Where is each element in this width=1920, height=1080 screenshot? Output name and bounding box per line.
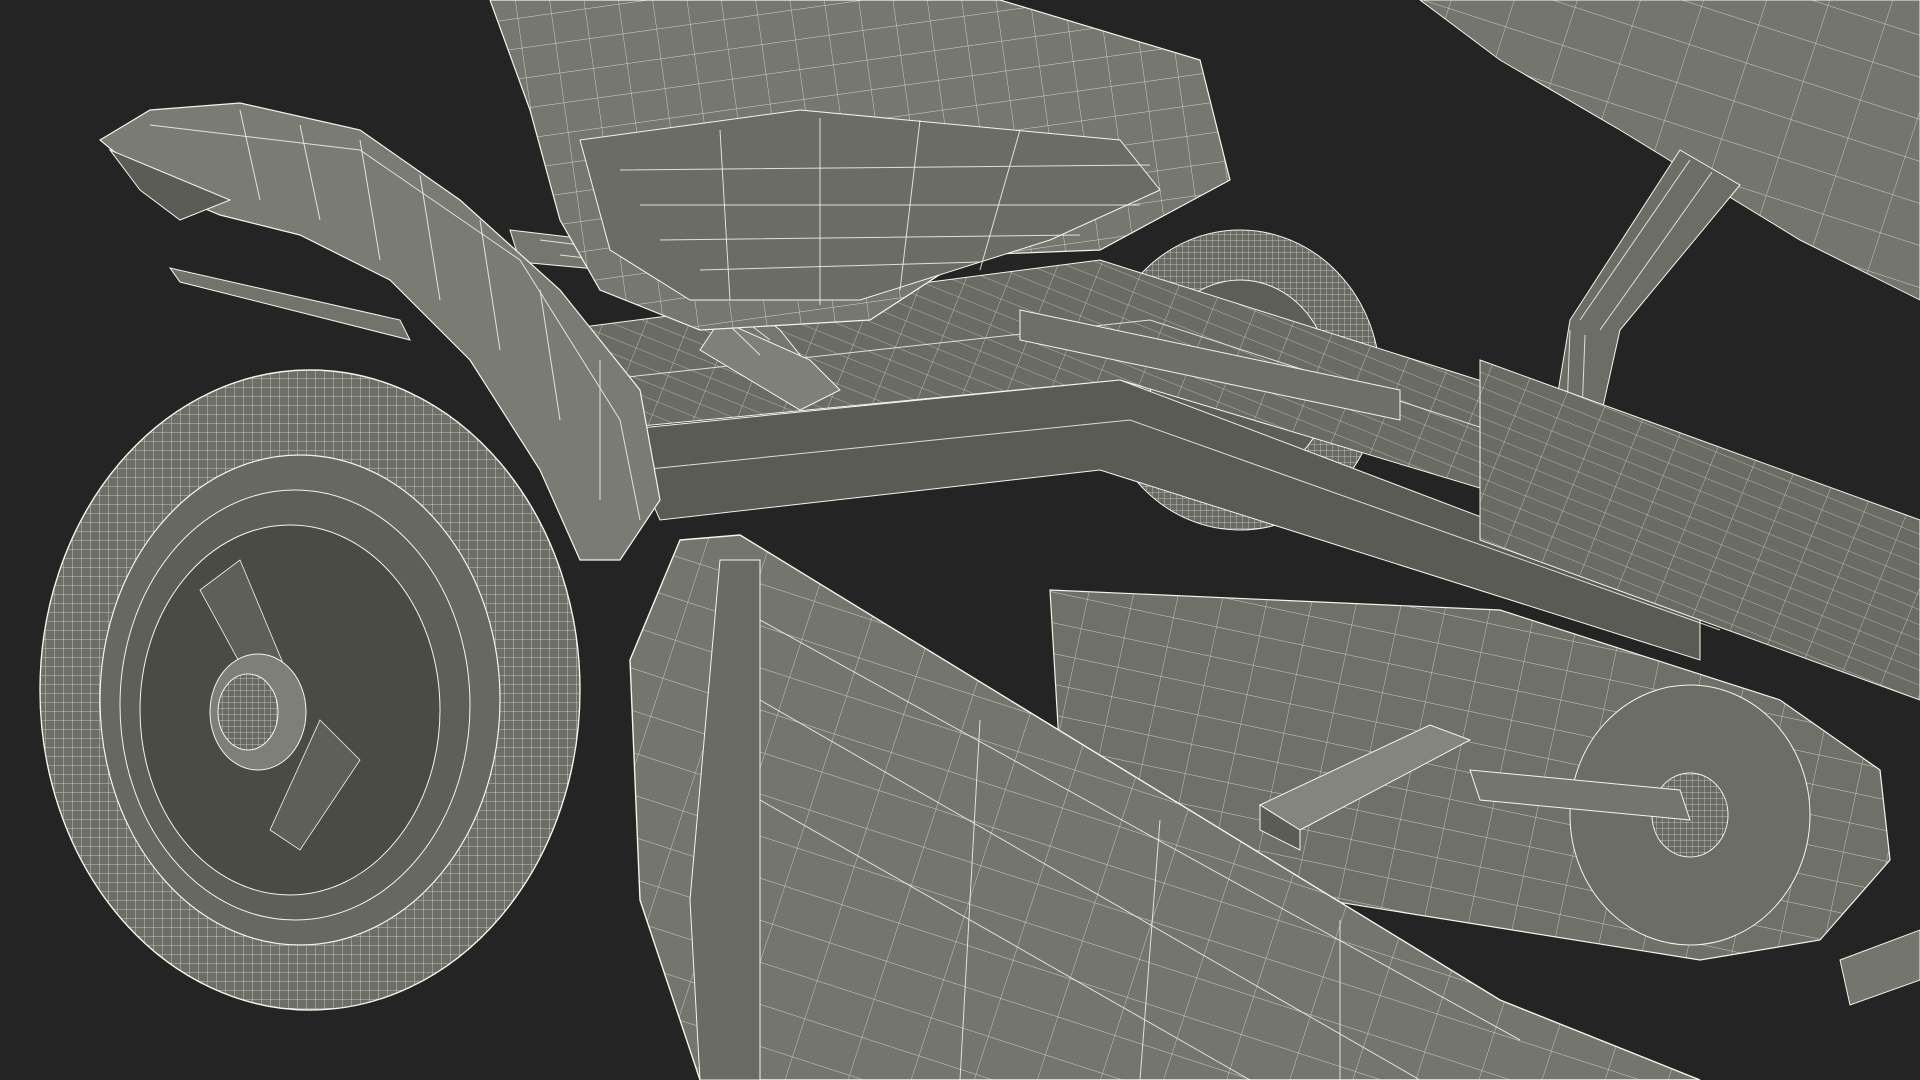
wireframe-render: [39, 0, 1920, 1080]
front-wheel-part: [39, 369, 581, 1011]
rear-bumper-part: [1839, 929, 1920, 1006]
render-viewport: [0, 0, 1920, 1080]
